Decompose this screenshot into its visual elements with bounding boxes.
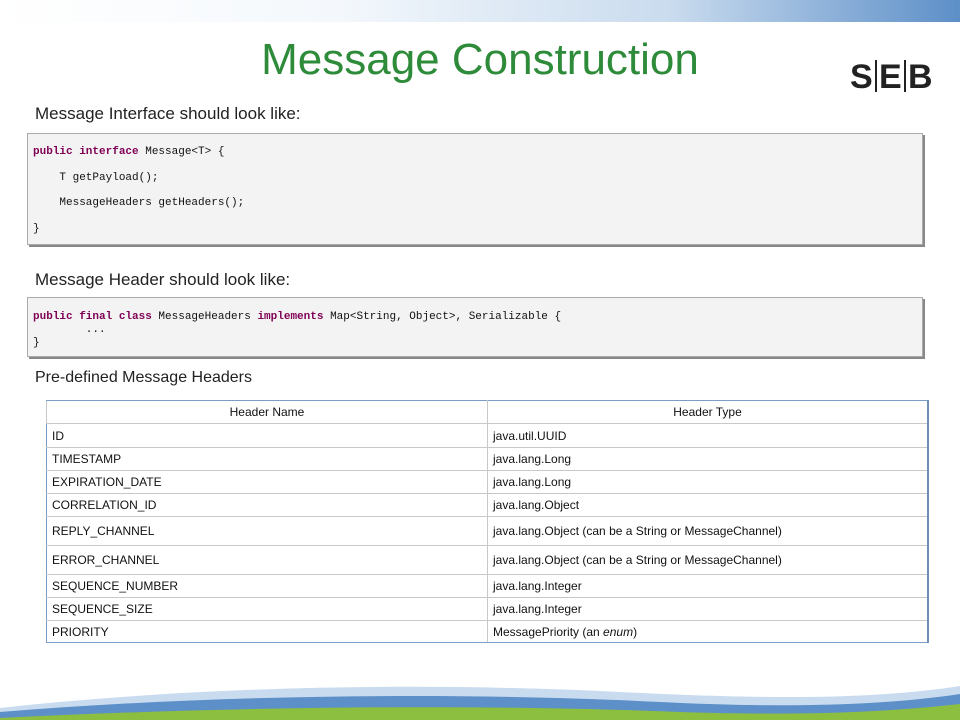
cell-header-name: TIMESTAMP [46, 447, 488, 471]
cell-header-type: java.lang.Long [487, 447, 929, 471]
cell-header-type: java.lang.Integer [487, 574, 929, 598]
top-gradient-bar [0, 0, 960, 22]
cell-header-type: java.lang.Long [487, 470, 929, 494]
svg-text:S: S [850, 58, 875, 94]
code-line: MessageHeaders getHeaders(); [33, 197, 245, 209]
cell-header-type: java.util.UUID [487, 423, 929, 448]
svg-text:E: E [879, 58, 902, 94]
cell-header-name: PRIORITY [46, 620, 488, 643]
cell-header-type-priority: MessagePriority (an enum) [487, 620, 929, 643]
cell-header-type: java.lang.Object (can be a String or Mes… [487, 516, 929, 546]
cell-header-type: java.lang.Object (can be a String or Mes… [487, 545, 929, 575]
seb-logo: S E B [850, 58, 933, 94]
code-line: T getPayload(); [33, 172, 159, 184]
code-line: public interface Message<T> { [33, 146, 225, 158]
code-line: public final class MessageHeaders implem… [33, 311, 562, 323]
code-line: } [33, 223, 40, 235]
code-line: } [33, 337, 40, 349]
cell-header-name: REPLY_CHANNEL [46, 516, 488, 546]
cell-header-type: java.lang.Object [487, 493, 929, 517]
predefined-label: Pre-defined Message Headers [35, 369, 253, 386]
slide-title: Message Construction [261, 35, 699, 84]
cell-header-name: SEQUENCE_SIZE [46, 597, 488, 621]
code-line: ... [33, 324, 106, 336]
header-label: Message Header should look like: [35, 270, 291, 289]
column-header: Header Type [487, 400, 929, 424]
headers-table: Header Name Header Type ID java.util.UUID… [46, 400, 929, 643]
interface-label: Message Interface should look like: [35, 104, 301, 123]
svg-text:B: B [908, 58, 933, 94]
bottom-decoration [0, 686, 960, 720]
cell-header-name: ID [46, 423, 488, 448]
header-code-block: public final class MessageHeaders implem… [27, 297, 923, 357]
cell-header-type: java.lang.Integer [487, 597, 929, 621]
cell-header-name: EXPIRATION_DATE [46, 470, 488, 494]
cell-header-name: ERROR_CHANNEL [46, 545, 488, 575]
cell-header-name: CORRELATION_ID [46, 493, 488, 517]
interface-code-block: public interface Message<T> { T getPaylo… [27, 133, 923, 245]
column-header: Header Name [46, 400, 488, 424]
cell-header-name: SEQUENCE_NUMBER [46, 574, 488, 598]
